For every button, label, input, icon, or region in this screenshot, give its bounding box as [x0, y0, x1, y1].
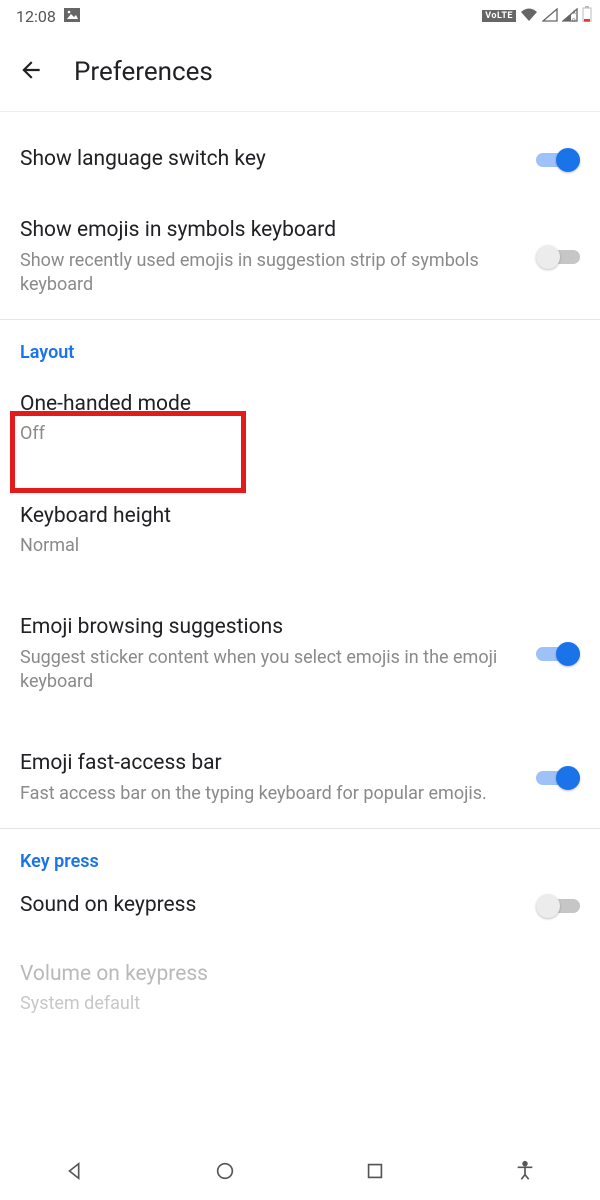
row-sound-keypress[interactable]: Sound on keypress [0, 878, 600, 939]
settings-list: Show language switch key Show emojis in … [0, 112, 600, 1039]
row-title: Emoji browsing suggestions [20, 614, 524, 641]
row-title: Keyboard height [20, 503, 580, 530]
back-icon[interactable] [18, 57, 44, 87]
signal-empty-icon [542, 7, 558, 26]
row-subtitle: Fast access bar on the typing keyboard f… [20, 782, 524, 806]
svg-text:R: R [572, 18, 576, 22]
row-title: Emoji fast-access bar [20, 750, 524, 777]
row-keyboard-height[interactable]: Keyboard height Normal [0, 469, 600, 581]
accessibility-icon[interactable] [514, 1160, 536, 1186]
row-subtitle: Off [20, 422, 580, 446]
wifi-icon [520, 7, 538, 26]
toggle-emoji-fast-access[interactable] [536, 765, 580, 791]
signal-roaming-icon: xR [562, 7, 578, 26]
row-one-handed[interactable]: One-handed mode Off [0, 369, 600, 469]
row-language-switch[interactable]: Show language switch key [0, 112, 600, 195]
row-title: One-handed mode [20, 391, 580, 418]
status-right: VoLTE xR [482, 6, 592, 26]
nav-home-icon[interactable] [214, 1160, 236, 1186]
nav-back-icon[interactable] [64, 1160, 86, 1186]
row-subtitle: Show recently used emojis in suggestion … [20, 249, 524, 298]
volte-icon: VoLTE [482, 10, 516, 22]
toggle-sound-keypress[interactable] [536, 893, 580, 919]
toggle-language-switch[interactable] [536, 147, 580, 173]
navigation-bar [0, 1146, 600, 1200]
toggle-emoji-browsing[interactable] [536, 641, 580, 667]
nav-recent-icon[interactable] [364, 1160, 386, 1186]
toggle-emoji-symbols[interactable] [536, 244, 580, 270]
row-title: Volume on keypress [20, 961, 580, 988]
row-subtitle: Suggest sticker content when you select … [20, 646, 524, 695]
row-emoji-browsing[interactable]: Emoji browsing suggestions Suggest stick… [0, 580, 600, 716]
section-header-layout: Layout [0, 320, 600, 369]
picture-icon [64, 7, 80, 26]
svg-text:x: x [573, 9, 576, 16]
row-emoji-symbols[interactable]: Show emojis in symbols keyboard Show rec… [0, 195, 600, 319]
app-bar: Preferences [0, 32, 600, 112]
status-left: 12:08 [16, 7, 80, 26]
row-emoji-fast-access[interactable]: Emoji fast-access bar Fast access bar on… [0, 716, 600, 828]
row-title: Show language switch key [20, 146, 524, 173]
row-volume-keypress: Volume on keypress System default [0, 939, 600, 1039]
row-title: Show emojis in symbols keyboard [20, 217, 524, 244]
row-subtitle: Normal [20, 534, 580, 558]
row-subtitle: System default [20, 992, 580, 1016]
row-title: Sound on keypress [20, 892, 524, 919]
battery-low-icon [582, 6, 592, 26]
page-title: Preferences [74, 57, 213, 87]
status-bar: 12:08 VoLTE xR [0, 0, 600, 32]
section-header-keypress: Key press [0, 829, 600, 878]
status-time: 12:08 [16, 7, 56, 26]
